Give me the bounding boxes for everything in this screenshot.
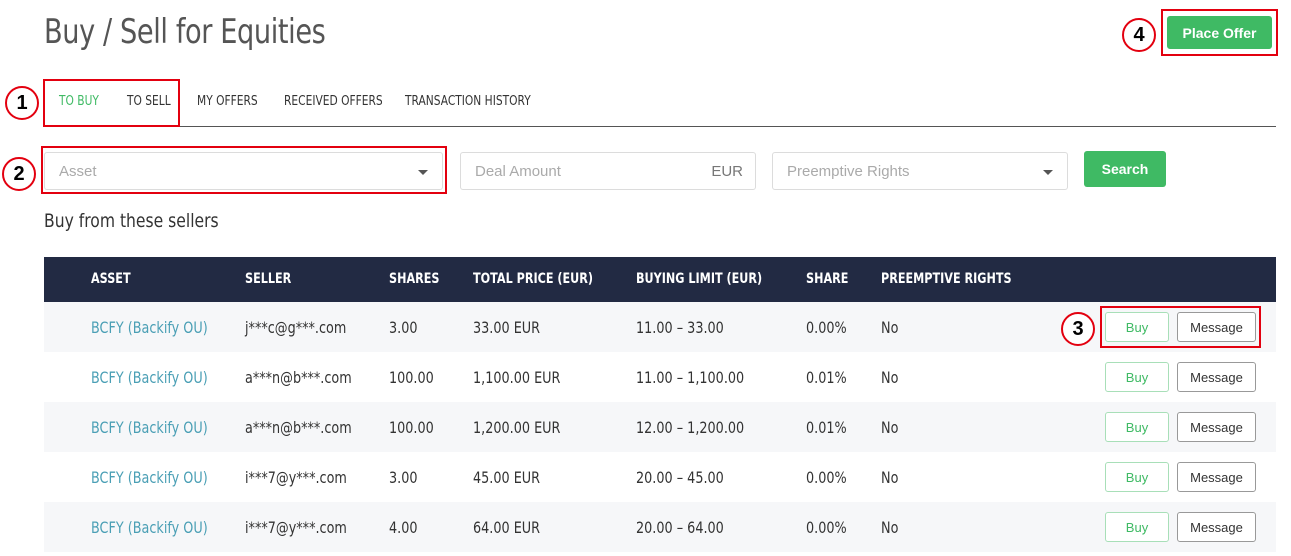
deal-amount-placeholder: Deal Amount [475,163,561,180]
shares-cell: 3.00 [389,468,418,487]
share-cell: 0.00% [806,468,847,487]
shares-cell: 100.00 [389,368,434,387]
tab-my-offers[interactable]: MY OFFERS [197,94,258,109]
share-cell: 0.00% [806,318,847,337]
message-button[interactable]: Message [1177,512,1256,542]
total-price-cell: 1,100.00 EUR [473,368,561,387]
preemptive-rights-cell: No [881,418,899,437]
buy-button[interactable]: Buy [1105,512,1169,542]
table-header: ASSET SELLER SHARES TOTAL PRICE (EUR) BU… [44,257,1276,302]
column-header-total-price: TOTAL PRICE (EUR) [473,271,594,287]
callout-marker-4: 4 [1122,18,1156,52]
seller-cell: a***n@b***.com [245,418,352,437]
seller-cell: i***7@y***.com [245,468,347,487]
buying-limit-cell: 12.00 – 1,200.00 [636,418,745,437]
asset-link[interactable]: BCFY (Backify OU) [91,518,208,537]
tab-bar: TO BUY TO SELL MY OFFERS RECEIVED OFFERS… [44,80,1276,127]
buy-sell-tabs-highlight [43,79,180,127]
preemptive-rights-cell: No [881,518,899,537]
place-offer-button[interactable]: Place Offer [1167,16,1272,49]
buying-limit-cell: 11.00 – 1,100.00 [636,368,745,387]
asset-link[interactable]: BCFY (Backify OU) [91,418,208,437]
column-header-share: SHARE [806,271,849,287]
preemptive-rights-cell: No [881,368,899,387]
total-price-cell: 33.00 EUR [473,318,541,337]
column-header-seller: SELLER [245,271,292,287]
share-cell: 0.01% [806,368,847,387]
callout-marker-1: 1 [5,86,39,120]
deal-amount-unit: EUR [711,163,743,180]
seller-cell: j***c@g***.com [245,318,347,337]
seller-cell: a***n@b***.com [245,368,352,387]
message-button[interactable]: Message [1177,362,1256,392]
buy-button[interactable]: Buy [1105,362,1169,392]
shares-cell: 3.00 [389,318,418,337]
page-title: Buy / Sell for Equities [44,12,326,52]
total-price-cell: 45.00 EUR [473,468,541,487]
buying-limit-cell: 20.00 – 45.00 [636,468,724,487]
seller-cell: i***7@y***.com [245,518,347,537]
preemptive-rights-select[interactable]: Preemptive Rights [772,152,1068,190]
tab-received-offers[interactable]: RECEIVED OFFERS [284,94,383,109]
callout-marker-3: 3 [1061,312,1095,346]
shares-cell: 100.00 [389,418,434,437]
message-button[interactable]: Message [1177,462,1256,492]
total-price-cell: 64.00 EUR [473,518,541,537]
buy-button[interactable]: Buy [1105,412,1169,442]
chevron-down-icon [1043,170,1053,175]
tab-transaction-history[interactable]: TRANSACTION HISTORY [405,94,531,109]
row-actions-highlight [1100,306,1261,348]
column-header-preemptive-rights: PREEMPTIVE RIGHTS [881,271,1012,287]
share-cell: 0.01% [806,418,847,437]
preemptive-rights-placeholder: Preemptive Rights [787,163,910,180]
column-header-asset: ASSET [91,271,131,287]
search-button[interactable]: Search [1084,151,1166,187]
total-price-cell: 1,200.00 EUR [473,418,561,437]
table-row: BCFY (Backify OU) i***7@y***.com 4.00 64… [44,502,1276,552]
table-row: BCFY (Backify OU) i***7@y***.com 3.00 45… [44,452,1276,502]
preemptive-rights-cell: No [881,318,899,337]
table-row: BCFY (Backify OU) a***n@b***.com 100.00 … [44,352,1276,402]
column-header-buying-limit: BUYING LIMIT (EUR) [636,271,763,287]
message-button[interactable]: Message [1177,412,1256,442]
asset-select-highlight [41,146,447,194]
section-title: Buy from these sellers [44,210,219,232]
deal-amount-input[interactable]: Deal Amount EUR [460,152,756,190]
table-row: BCFY (Backify OU) a***n@b***.com 100.00 … [44,402,1276,452]
buying-limit-cell: 20.00 – 64.00 [636,518,724,537]
callout-marker-2: 2 [2,157,36,191]
column-header-shares: SHARES [389,271,440,287]
asset-link[interactable]: BCFY (Backify OU) [91,468,208,487]
asset-link[interactable]: BCFY (Backify OU) [91,368,208,387]
shares-cell: 4.00 [389,518,418,537]
buying-limit-cell: 11.00 – 33.00 [636,318,724,337]
buy-button[interactable]: Buy [1105,462,1169,492]
asset-link[interactable]: BCFY (Backify OU) [91,318,208,337]
place-offer-highlight: Place Offer [1161,9,1278,56]
share-cell: 0.00% [806,518,847,537]
preemptive-rights-cell: No [881,468,899,487]
